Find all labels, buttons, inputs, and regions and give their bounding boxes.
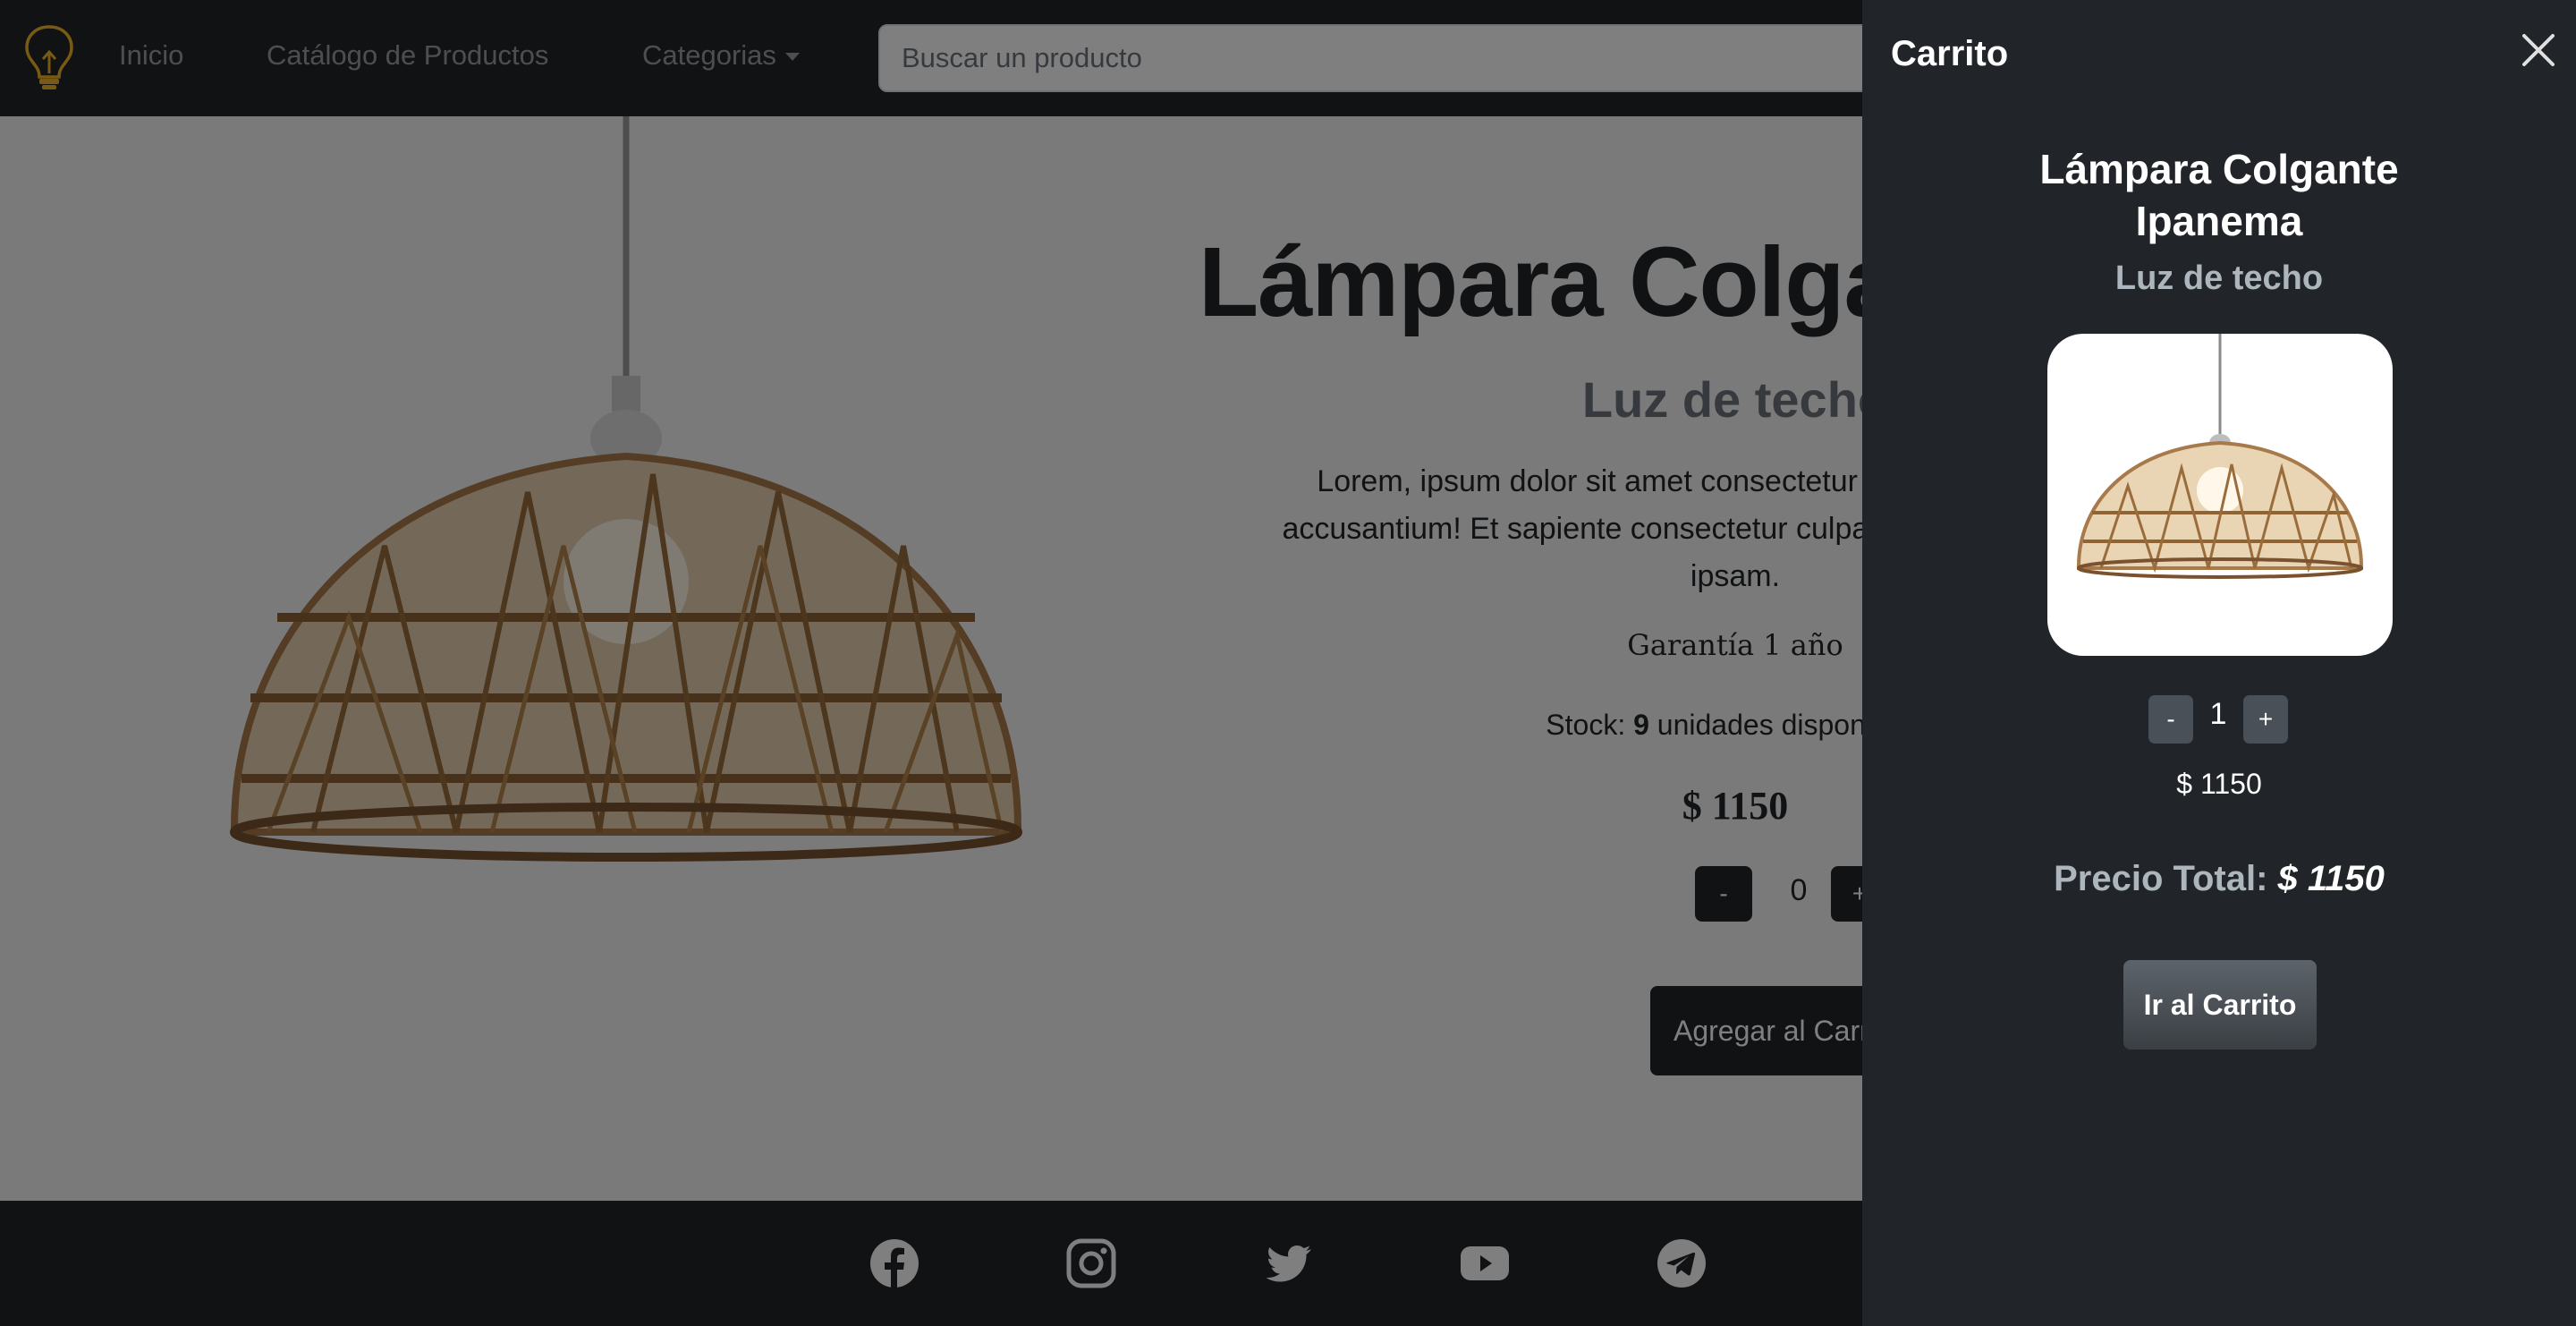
lamp-thumbnail [2076, 334, 2364, 579]
cart-item-quantity-stepper: - 1 + [2148, 695, 2292, 745]
cart-title: Carrito [1891, 34, 2009, 73]
total-value: $ 1150 [2277, 859, 2385, 898]
cart-total: Precio Total: $ 1150 [1862, 859, 2576, 899]
close-icon [2522, 34, 2555, 66]
cart-increase-button[interactable]: + [2243, 695, 2288, 744]
go-to-cart-button[interactable]: Ir al Carrito [2123, 960, 2317, 1050]
cart-item-quantity: 1 [2209, 697, 2227, 731]
total-label: Precio Total: [2054, 859, 2268, 898]
close-cart-button[interactable] [2515, 27, 2562, 73]
cart-decrease-button[interactable]: - [2148, 695, 2193, 744]
cart-item-price: $ 1150 [2176, 768, 2262, 800]
cart-item-name: Lámpara Colgante Ipanema [2039, 146, 2399, 244]
cart-item-category: Luz de techo [2114, 259, 2324, 297]
cart-offcanvas: Carrito Lámpara Colgante Ipanema Luz de … [1862, 0, 2576, 1326]
cart-item-image [2047, 334, 2393, 656]
